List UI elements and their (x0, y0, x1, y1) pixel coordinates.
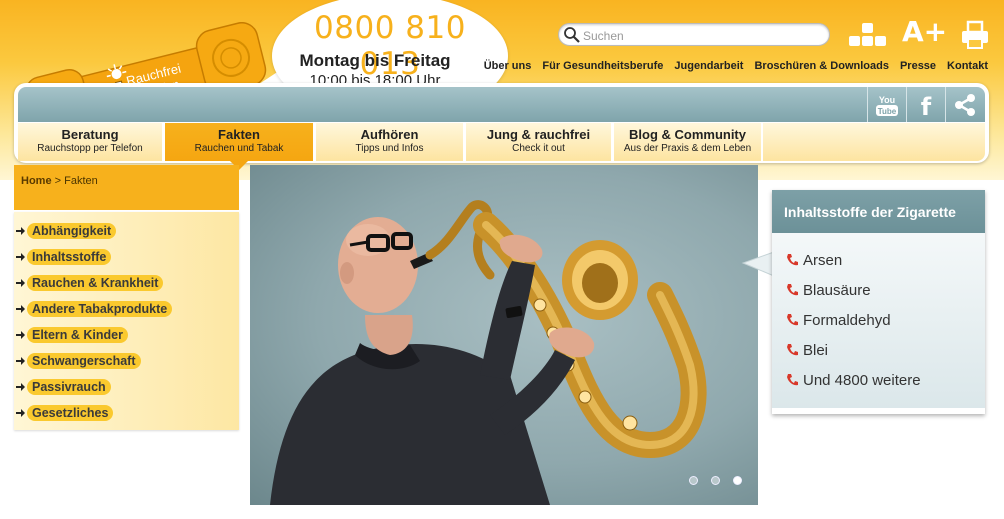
svg-text:Tube: Tube (878, 107, 897, 116)
sidebar-item-abhaengigkeit[interactable]: Abhängigkeit (14, 218, 239, 244)
main-nav: Beratung Rauchstopp per Telefon Fakten R… (18, 123, 764, 170)
phone-icon (787, 254, 798, 266)
svg-text:You: You (879, 95, 895, 105)
arrow-right-icon (16, 331, 25, 339)
print-icon[interactable] (960, 20, 990, 50)
arrow-right-icon (16, 279, 25, 287)
arrow-right-icon (16, 383, 25, 391)
font-size-button[interactable]: A+ (902, 15, 947, 48)
info-item-formaldehyd[interactable]: Formaldehyd (772, 305, 985, 335)
info-box-list: Arsen Blausäure Formaldehyd Blei Und 480… (772, 233, 985, 408)
arrow-right-icon (16, 357, 25, 365)
phone-icon (787, 284, 798, 296)
slider-dots (689, 476, 742, 485)
arrow-right-icon (16, 409, 25, 417)
sidebar-item-schwangerschaft[interactable]: Schwangerschaft (14, 348, 239, 374)
breadcrumb-separator: > (54, 175, 62, 187)
info-item-label: Blausäure (803, 281, 871, 299)
sidebar-item-label: Gesetzliches (27, 405, 114, 421)
sitemap-icon[interactable] (848, 22, 888, 48)
hero-image-saxophone-player[interactable] (250, 165, 758, 505)
breadcrumb-current: Fakten (64, 175, 98, 187)
info-item-label: Blei (803, 341, 829, 359)
info-item-weitere[interactable]: Und 4800 weitere (772, 365, 985, 395)
sidebar-nav: Abhängigkeit Inhaltsstoffe Rauchen & Kra… (14, 212, 239, 430)
nav-tab-subtitle: Rauchstopp per Telefon (37, 143, 143, 154)
sidebar-item-inhaltsstoffe[interactable]: Inhaltsstoffe (14, 244, 239, 270)
search-box[interactable] (558, 23, 830, 46)
info-box: Inhaltsstoffe der Zigarette Arsen Blausä… (772, 190, 985, 414)
facebook-icon: f (921, 93, 932, 117)
utility-link-presse[interactable]: Presse (900, 60, 936, 72)
sidebar-item-label: Andere Tabakprodukte (27, 301, 173, 317)
sidebar-item-label: Eltern & Kinder (27, 327, 128, 343)
slider-dot-3[interactable] (733, 476, 742, 485)
phone-icon (787, 344, 798, 356)
utility-link-broschueren[interactable]: Broschüren & Downloads (754, 60, 888, 72)
nav-tab-title: Aufhören (360, 127, 419, 142)
share-icon (955, 94, 975, 116)
info-box-pointer (741, 251, 775, 277)
info-item-label: Arsen (803, 251, 843, 269)
info-item-label: Und 4800 weitere (803, 371, 921, 389)
sidebar-item-label: Inhaltsstoffe (27, 249, 112, 265)
sidebar-item-label: Rauchen & Krankheit (27, 275, 164, 291)
nav-tab-subtitle: Rauchen und Tabak (194, 143, 284, 154)
slider-dot-1[interactable] (689, 476, 698, 485)
nav-tab-title: Jung & rauchfrei (486, 127, 591, 142)
info-box-title: Inhaltsstoffe der Zigarette (772, 190, 985, 233)
nav-tab-title: Fakten (218, 127, 260, 142)
utility-link-ueber-uns[interactable]: Über uns (484, 60, 532, 72)
nav-tab-title: Beratung (61, 127, 119, 142)
slider-dot-2[interactable] (711, 476, 720, 485)
nav-tab-title: Blog & Community (629, 127, 746, 142)
sidebar-item-andere-tabakprodukte[interactable]: Andere Tabakprodukte (14, 296, 239, 322)
svg-text:f: f (921, 93, 932, 117)
youtube-link[interactable]: You Tube (867, 87, 906, 122)
sidebar-item-gesetzliches[interactable]: Gesetzliches (14, 400, 239, 426)
sidebar-item-eltern-kinder[interactable]: Eltern & Kinder (14, 322, 239, 348)
phone-icon (787, 374, 798, 386)
sidebar-item-label: Schwangerschaft (27, 353, 141, 369)
sidebar-item-label: Passivrauch (27, 379, 111, 395)
hotline-days: Montag bis Freitag (299, 51, 451, 70)
nav-tab-subtitle: Aus der Praxis & dem Leben (623, 143, 752, 154)
social-bar (18, 87, 985, 122)
phone-icon (787, 314, 798, 326)
share-link[interactable] (945, 87, 984, 122)
breadcrumb-home[interactable]: Home (21, 175, 52, 187)
sidebar-item-passivrauch[interactable]: Passivrauch (14, 374, 239, 400)
info-item-label: Formaldehyd (803, 311, 891, 329)
sidebar-item-rauchen-krankheit[interactable]: Rauchen & Krankheit (14, 270, 239, 296)
utility-link-jugendarbeit[interactable]: Jugendarbeit (674, 60, 743, 72)
utility-link-kontakt[interactable]: Kontakt (947, 60, 988, 72)
nav-tab-aufhoeren[interactable]: Aufhören Tipps und Infos (316, 123, 463, 161)
nav-filler (763, 123, 985, 161)
arrow-right-icon (16, 227, 25, 235)
nav-tab-jung-rauchfrei[interactable]: Jung & rauchfrei Check it out (466, 123, 611, 161)
nav-tab-subtitle: Check it out (512, 143, 565, 154)
nav-tab-beratung[interactable]: Beratung Rauchstopp per Telefon (18, 123, 162, 161)
nav-tab-subtitle: Tipps und Infos (355, 143, 424, 154)
utility-nav: Über uns Für Gesundheitsberufe Jugendarb… (484, 60, 988, 72)
info-item-blausaeure[interactable]: Blausäure (772, 275, 985, 305)
arrow-right-icon (16, 253, 25, 261)
info-item-arsen[interactable]: Arsen (772, 245, 985, 275)
utility-link-gesundheitsberufe[interactable]: Für Gesundheitsberufe (542, 60, 663, 72)
nav-tab-blog-community[interactable]: Blog & Community Aus der Praxis & dem Le… (614, 123, 761, 161)
breadcrumb: Home > Fakten (14, 165, 239, 210)
sidebar-item-label: Abhängigkeit (27, 223, 117, 239)
youtube-icon: You Tube (876, 95, 898, 116)
search-input[interactable] (581, 26, 825, 45)
info-item-blei[interactable]: Blei (772, 335, 985, 365)
nav-tab-fakten[interactable]: Fakten Rauchen und Tabak (165, 123, 313, 170)
facebook-link[interactable]: f (906, 87, 945, 122)
search-icon[interactable] (563, 26, 581, 44)
arrow-right-icon (16, 305, 25, 313)
